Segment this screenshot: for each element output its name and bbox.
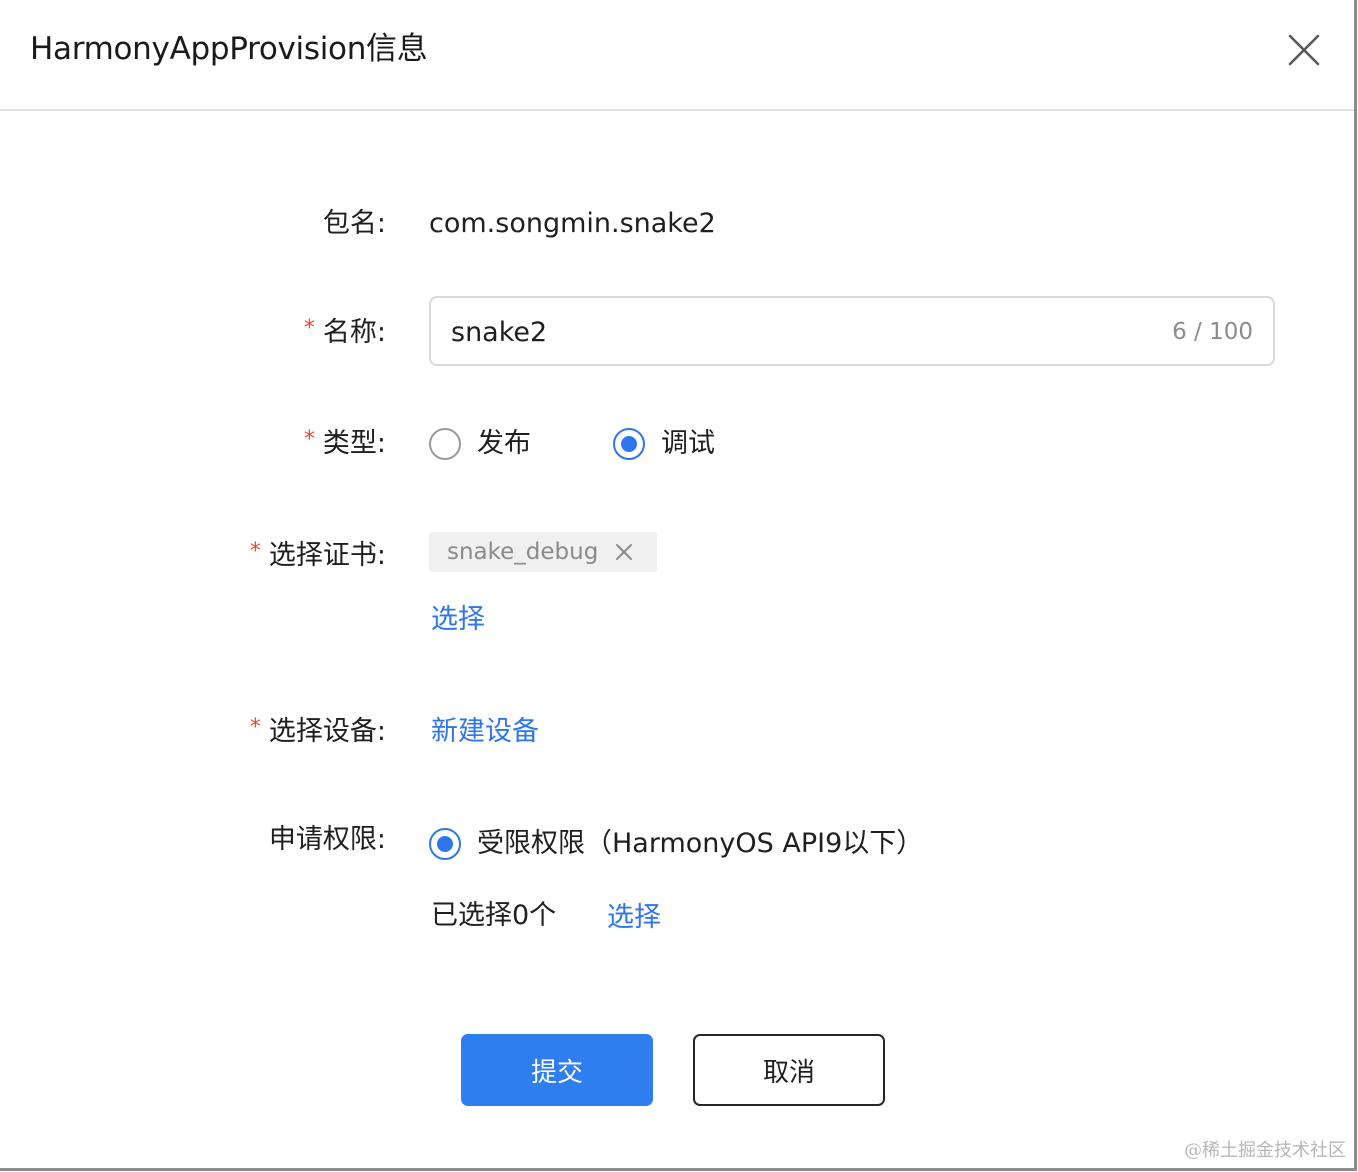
- dialog-title: HarmonyAppProvision信息: [30, 31, 428, 67]
- device-label: 选择设备:: [268, 716, 386, 747]
- permissions-select-link[interactable]: 选择: [607, 900, 661, 936]
- certificate-tag-label: snake_debug: [447, 539, 599, 565]
- type-debug-radio[interactable]: [613, 428, 645, 460]
- certificate-label: 选择证书:: [268, 540, 386, 571]
- name-label: 名称:: [322, 317, 386, 348]
- required-mark: *: [249, 539, 261, 564]
- tag-remove-icon[interactable]: [615, 543, 633, 561]
- type-label: 类型:: [322, 428, 386, 459]
- type-release-label[interactable]: 发布: [477, 426, 531, 462]
- type-label-row: * 类型:: [304, 422, 386, 462]
- dialog-header: HarmonyAppProvision信息: [0, 0, 1354, 111]
- package-value: com.songmin.snake2: [429, 208, 716, 239]
- provision-dialog: HarmonyAppProvision信息 包名: com.songmin.sn…: [0, 0, 1357, 1171]
- cancel-button[interactable]: 取消: [693, 1034, 885, 1106]
- close-button[interactable]: [1284, 30, 1324, 70]
- certificate-select-link[interactable]: 选择: [431, 602, 485, 638]
- type-debug-label[interactable]: 调试: [661, 426, 715, 462]
- name-field[interactable]: 6 / 100: [429, 296, 1275, 366]
- submit-button[interactable]: 提交: [461, 1034, 653, 1106]
- name-input[interactable]: [451, 310, 1131, 354]
- restricted-permission-label[interactable]: 受限权限（HarmonyOS API9以下）: [477, 826, 923, 862]
- name-label-row: * 名称:: [304, 311, 386, 351]
- required-mark: *: [303, 316, 315, 341]
- close-icon: [1288, 34, 1320, 66]
- certificate-tag: snake_debug: [429, 532, 657, 572]
- watermark: @稀土掘金技术社区: [1184, 1140, 1346, 1161]
- device-label-row: * 选择设备:: [250, 710, 386, 750]
- selected-count-text: 已选择0个: [431, 900, 557, 931]
- type-release-radio[interactable]: [429, 428, 461, 460]
- permissions-label: 申请权限:: [268, 824, 386, 855]
- required-mark: *: [249, 715, 261, 740]
- package-label: 包名:: [322, 208, 386, 239]
- name-char-counter: 6 / 100: [1172, 319, 1253, 345]
- restricted-permission-radio[interactable]: [429, 828, 461, 860]
- required-mark: *: [303, 427, 315, 452]
- new-device-link[interactable]: 新建设备: [431, 714, 539, 750]
- certificate-label-row: * 选择证书:: [250, 534, 386, 574]
